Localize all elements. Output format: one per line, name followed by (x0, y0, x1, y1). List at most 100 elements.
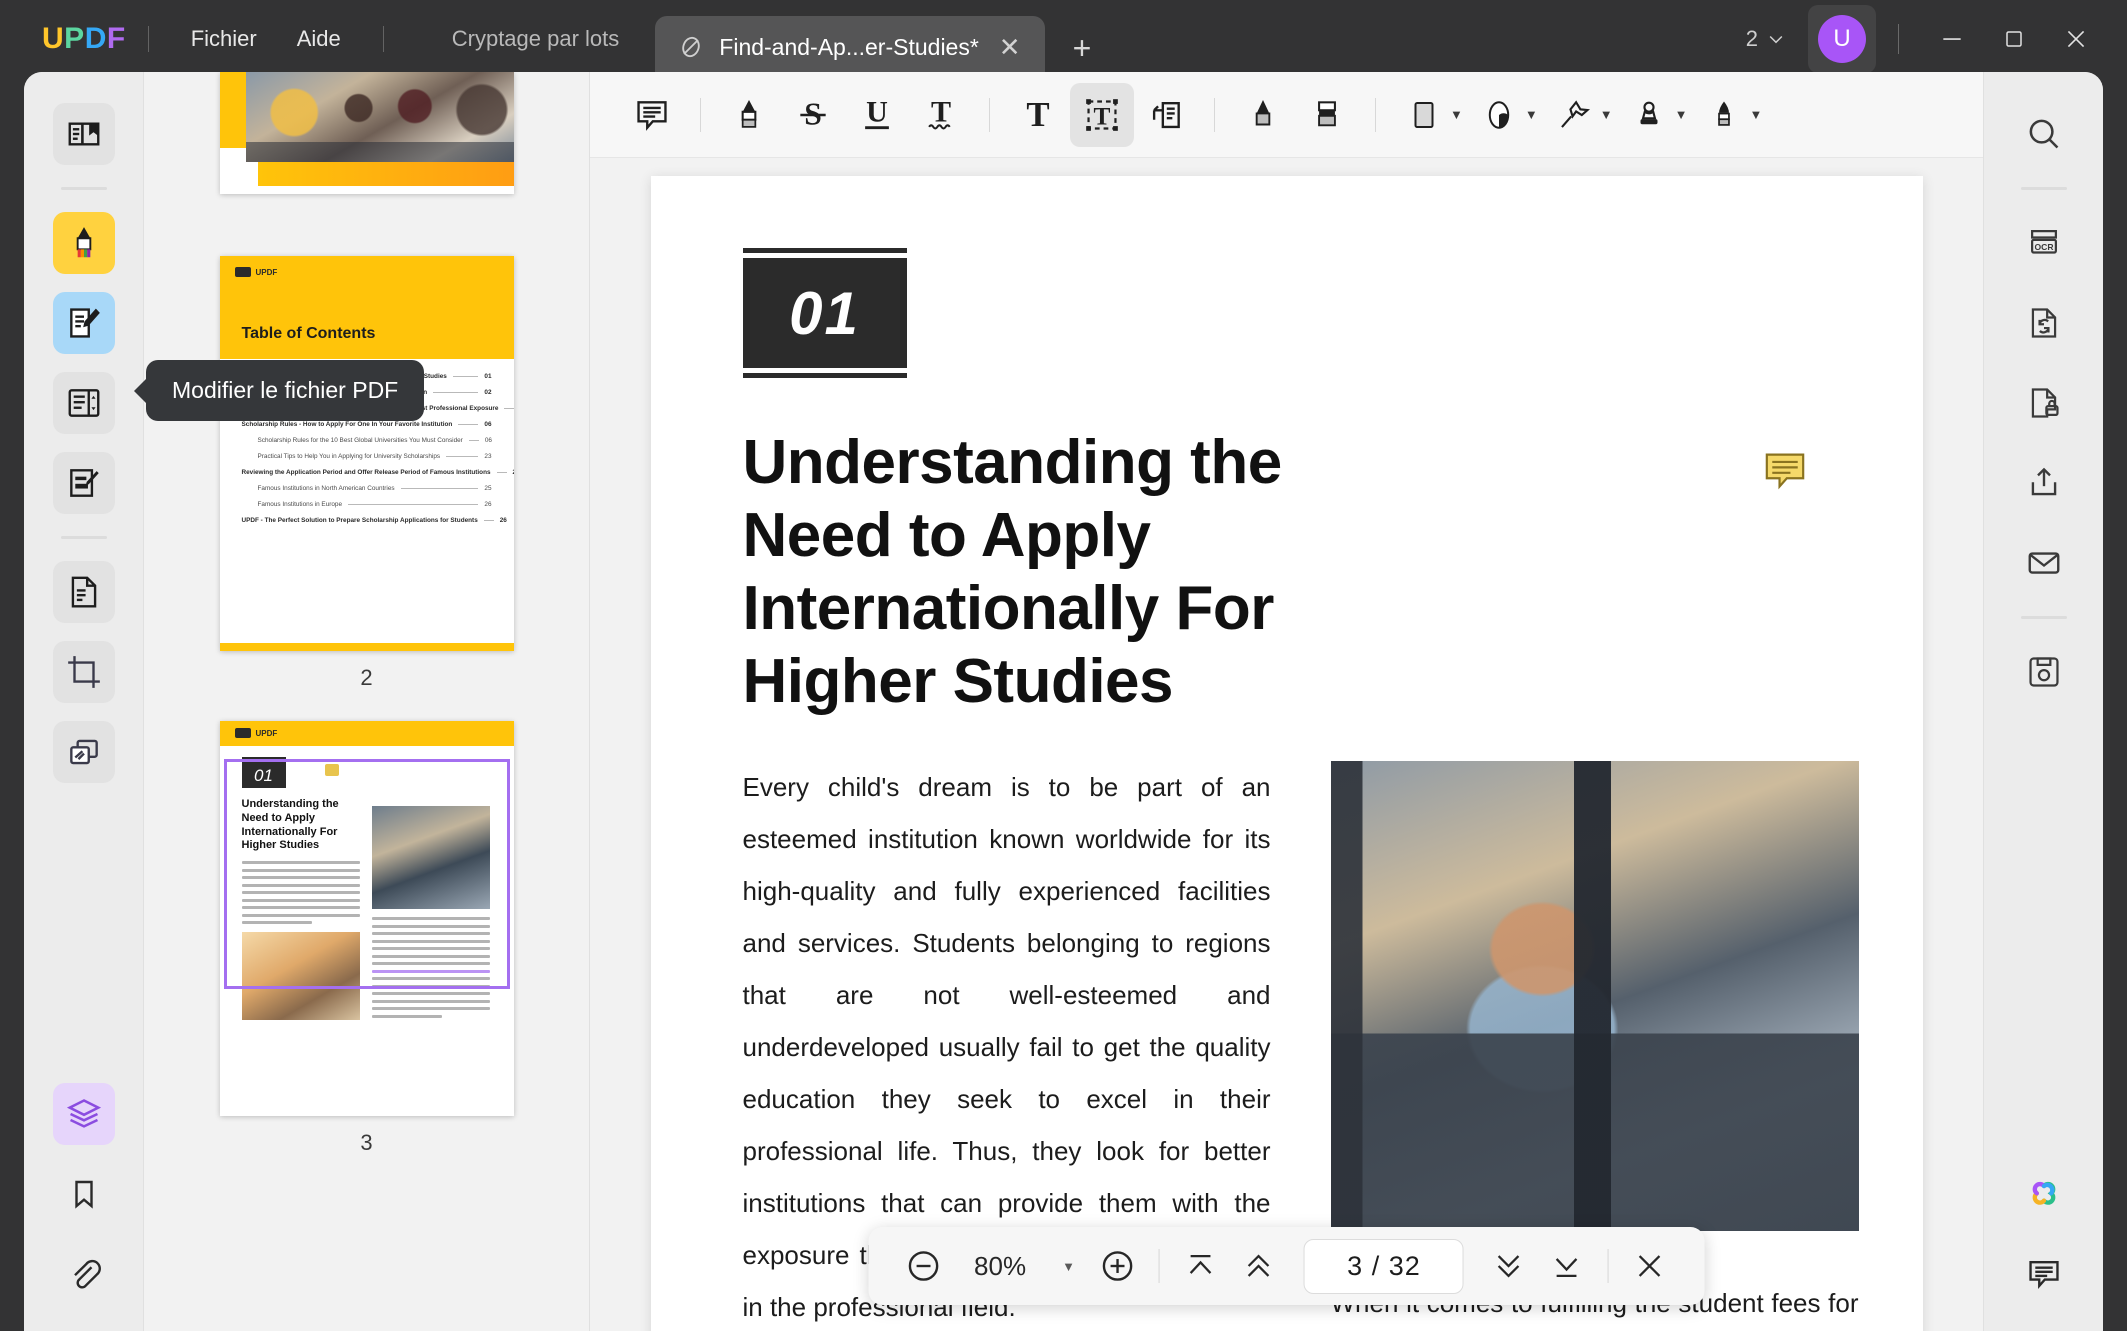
divider (1158, 1249, 1160, 1283)
zoom-dropdown-icon[interactable]: ▼ (1048, 1259, 1089, 1274)
text-line (371, 947, 490, 950)
sidebar-item-reader[interactable] (52, 103, 115, 165)
text-line (371, 977, 490, 980)
sidebar-item-convert[interactable] (52, 561, 115, 623)
close-icon[interactable]: ✕ (993, 34, 1027, 60)
zoom-in-button[interactable] (1089, 1237, 1147, 1295)
thumbnail-page-3[interactable]: UPDF 01 Understanding the Need to Apply … (204, 721, 529, 1156)
thumb-brand-logo: UPDF (234, 267, 277, 277)
signature-button[interactable]: ▼ (1692, 83, 1767, 147)
toc-entry: Practical Tips to Help You in Applying f… (242, 453, 492, 460)
document-tab[interactable]: Find-and-Ap...er-Studies* ✕ (655, 16, 1045, 78)
text-line (241, 898, 360, 902)
sidebar-item-layers[interactable] (52, 1083, 115, 1145)
avatar: U (1818, 15, 1866, 63)
divider (1214, 97, 1215, 132)
ocr-button[interactable]: OCR (2013, 212, 2075, 274)
sidebar-item-bookmarks[interactable] (53, 1163, 115, 1225)
toc-leader (483, 520, 494, 521)
thumbnail-page-1[interactable] (204, 72, 529, 194)
thumbnail-page-number: 2 (360, 665, 373, 690)
new-tab-button[interactable]: + (1073, 32, 1092, 64)
text-line (371, 924, 490, 928)
comments-panel-button[interactable] (2013, 1243, 2075, 1305)
sidebar-item-form[interactable] (52, 452, 115, 514)
squiggly-underline-icon[interactable]: T (909, 83, 973, 147)
go-last-page-button[interactable] (1538, 1237, 1596, 1295)
sidebar-item-attachments[interactable] (53, 1243, 115, 1305)
divider (382, 26, 384, 52)
attachment-icon (66, 1256, 102, 1292)
protect-button[interactable] (2013, 372, 2075, 434)
thumbnail-scroll-area[interactable]: UPDF Table of Contents Understanding the… (144, 72, 589, 1331)
batch-encryption-label[interactable]: Cryptage par lots (452, 26, 620, 52)
divider (1375, 97, 1376, 132)
callout-icon[interactable] (1134, 83, 1198, 147)
email-button[interactable] (2013, 532, 2075, 594)
sidebar-item-annotate[interactable] (52, 212, 115, 274)
zoom-level-value[interactable]: 80% (952, 1251, 1048, 1282)
zoom-out-button[interactable] (894, 1237, 952, 1295)
svg-text:U: U (866, 96, 888, 128)
go-next-page-button[interactable] (1480, 1237, 1538, 1295)
save-as-button[interactable] (2013, 641, 2075, 703)
text-box-icon[interactable]: T (1006, 83, 1070, 147)
strikethrough-icon[interactable]: S (781, 83, 845, 147)
page-organize-icon (65, 384, 103, 422)
cover-photo (245, 72, 514, 162)
toc-leader (504, 408, 514, 409)
search-button[interactable] (2013, 103, 2075, 165)
divider (1898, 24, 1899, 54)
pencil-icon[interactable] (1231, 83, 1295, 147)
menu-fichier[interactable]: Fichier (171, 20, 277, 58)
no-edit-icon (677, 33, 705, 61)
note-comment-icon[interactable] (620, 83, 684, 147)
text-line (371, 939, 490, 943)
sticker-button[interactable]: ▼ (1542, 83, 1617, 147)
svg-text:T: T (931, 96, 951, 128)
minimize-button[interactable] (1921, 0, 1983, 78)
convert-button[interactable] (2013, 292, 2075, 354)
page-thumbnail-panel[interactable]: UPDF Table of Contents Understanding the… (144, 72, 590, 1331)
stamp-button[interactable]: ▼ (1617, 83, 1692, 147)
left-tool-rail (24, 72, 144, 1331)
account-avatar-button[interactable]: U (1808, 5, 1876, 73)
svg-text:T: T (1026, 96, 1049, 134)
share-button[interactable] (2013, 452, 2075, 514)
main-window: UPDF Table of Contents Understanding the… (24, 72, 2103, 1331)
chapter-number: 01 (241, 762, 286, 788)
thumb-photo-main (371, 806, 490, 909)
menu-aide[interactable]: Aide (277, 20, 361, 58)
toc-entry-text: Practical Tips to Help You in Applying f… (257, 453, 441, 460)
shape-rectangle-button[interactable]: ▼ (1392, 83, 1467, 147)
sidebar-item-edit-pdf[interactable] (52, 292, 115, 354)
sticker-icon (1542, 83, 1606, 147)
ocr-icon: OCR (2025, 224, 2063, 262)
go-first-page-button[interactable] (1172, 1237, 1230, 1295)
close-float-toolbar-button[interactable] (1621, 1237, 1679, 1295)
sidebar-item-crop[interactable] (52, 641, 115, 703)
sidebar-item-compare[interactable] (52, 721, 115, 783)
pdf-page[interactable]: 01 Understanding the Need to Apply Inter… (650, 176, 1923, 1331)
close-window-button[interactable] (2045, 0, 2107, 78)
sidebar-item-pages[interactable] (52, 372, 115, 434)
page-indicator-input[interactable]: 3 / 32 (1303, 1238, 1464, 1294)
yellow-comment-icon[interactable] (1763, 451, 1807, 490)
account-count[interactable]: 2 (1746, 26, 1786, 52)
ai-assistant-button[interactable] (2013, 1163, 2075, 1225)
highlighter-icon[interactable] (717, 83, 781, 147)
chapter-badge: 01 (742, 248, 907, 378)
svg-text:T: T (1094, 102, 1111, 130)
text-field-selected-icon[interactable]: T (1070, 82, 1134, 147)
thumbnail-page-2[interactable]: UPDF Table of Contents Understanding the… (204, 256, 529, 691)
page-header-band: UPDF (219, 721, 514, 746)
underline-icon[interactable]: U (845, 83, 909, 147)
toc-entry-text: Scholarship Rules - How to Apply For One… (241, 421, 453, 428)
shape-fill-button[interactable]: ▼ (1467, 83, 1542, 147)
maximize-button[interactable] (1983, 0, 2045, 78)
document-viewport[interactable]: 01 Understanding the Need to Apply Inter… (590, 158, 1983, 1331)
text-line (241, 861, 360, 864)
eraser-icon[interactable] (1295, 83, 1359, 147)
toc-leader (458, 424, 479, 425)
go-prev-page-button[interactable] (1230, 1237, 1288, 1295)
